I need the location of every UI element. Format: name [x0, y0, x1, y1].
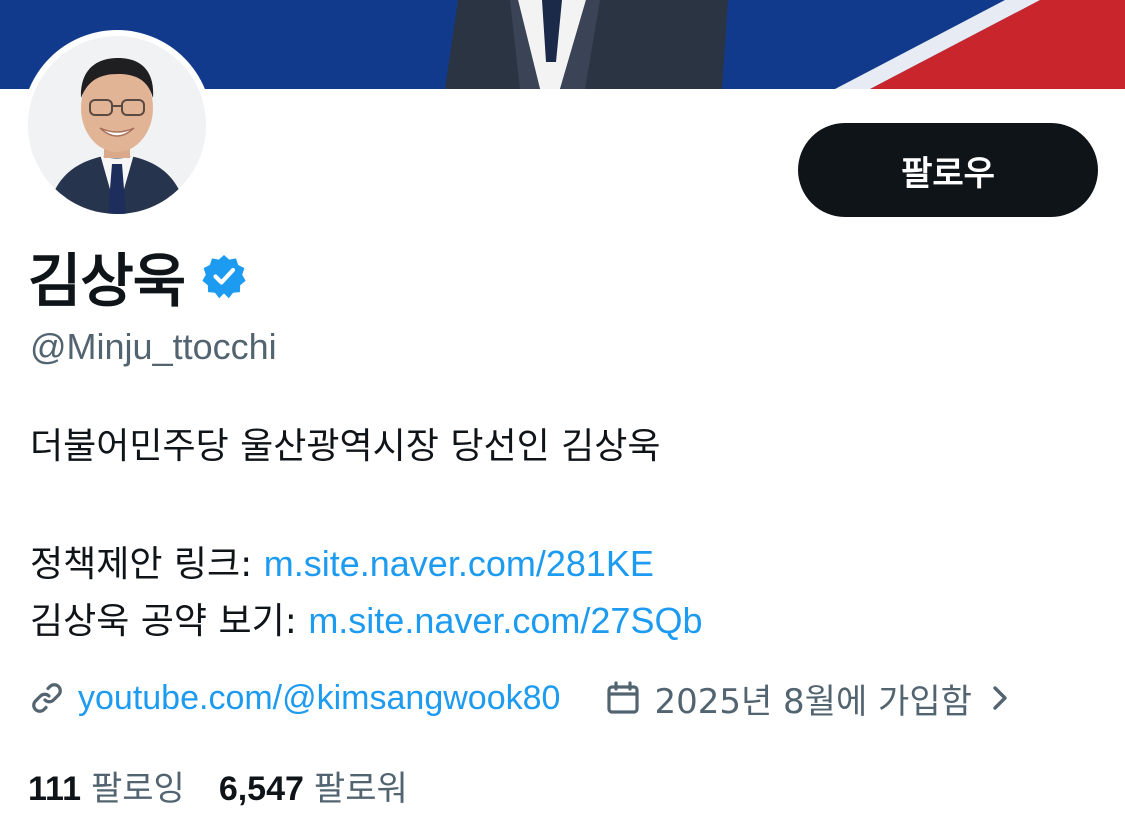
followers-count: 6,547 [218, 769, 304, 808]
followers-stat[interactable]: 6,547 팔로워 [219, 761, 408, 810]
profile-meta-row: youtube.com/@kimsangwook80 2025년 8월에 가입함 [28, 674, 1014, 723]
followers-label: 팔로워 [313, 768, 408, 809]
bio-pledge-line: 김상욱 공약 보기: m.site.naver.com/27SQb [30, 599, 702, 644]
calendar-icon [604, 679, 642, 717]
pledge-link[interactable]: m.site.naver.com/27SQb [308, 600, 702, 641]
joined-date[interactable]: 2025년 8월에 가입함 [604, 674, 1013, 723]
policy-label: 정책제안 링크: [30, 544, 264, 585]
chevron-right-icon[interactable] [986, 681, 1014, 715]
following-label: 팔로잉 [90, 768, 185, 809]
name-row: 김상욱 [28, 236, 247, 316]
pledge-label: 김상욱 공약 보기: [30, 601, 309, 642]
avatar-ring [22, 30, 212, 220]
follow-button[interactable]: 팔로우 [798, 123, 1098, 217]
following-count: 111 [28, 769, 81, 808]
link-icon [28, 679, 66, 717]
website-link[interactable]: youtube.com/@kimsangwook80 [78, 679, 560, 718]
bio-line: 더불어민주당 울산광역시장 당선인 김상욱 [30, 426, 661, 467]
follow-stats: 111 팔로잉 6,547 팔로워 [28, 761, 408, 810]
joined-text: 2025년 8월에 가입함 [654, 681, 972, 722]
avatar[interactable] [28, 36, 206, 214]
verified-badge-icon[interactable] [201, 253, 247, 299]
display-name: 김상욱 [28, 247, 186, 315]
bio-policy-line: 정책제안 링크: m.site.naver.com/281KE [30, 542, 654, 587]
user-handle: @Minju_ttocchi [30, 326, 277, 367]
following-stat[interactable]: 111 팔로잉 [28, 761, 185, 810]
policy-link[interactable]: m.site.naver.com/281KE [264, 543, 654, 584]
